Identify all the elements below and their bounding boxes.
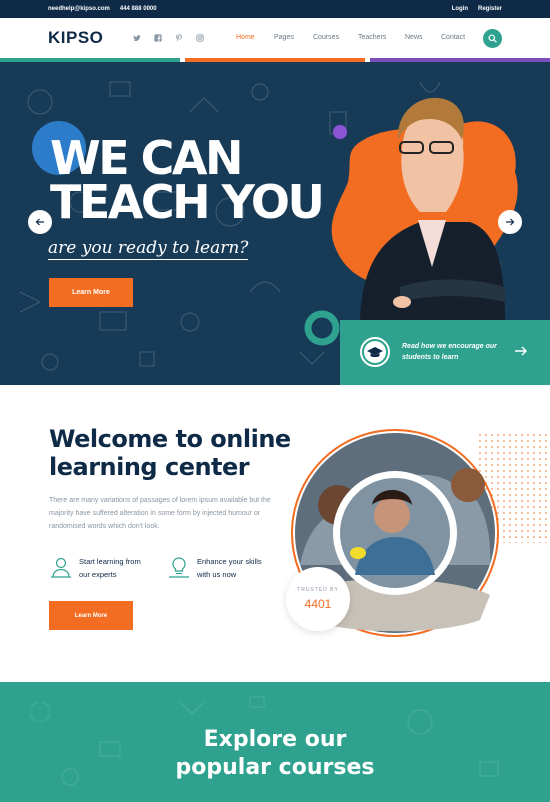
nav-contact[interactable]: Contact <box>441 34 465 41</box>
nav-pages[interactable]: Pages <box>274 34 294 41</box>
arrow-right-icon <box>506 218 515 226</box>
next-slide-button[interactable] <box>498 210 522 234</box>
arrow-right-icon[interactable] <box>514 345 528 357</box>
social-links <box>133 34 204 42</box>
nav-teachers[interactable]: Teachers <box>358 34 386 41</box>
promo-box[interactable]: Read how we encourage our students to le… <box>340 320 550 385</box>
nav-news[interactable]: News <box>405 34 423 41</box>
promo-text: Read how we encourage our students to le… <box>402 341 512 363</box>
search-icon <box>488 34 497 43</box>
trusted-label: TRUSTED BY <box>297 587 339 593</box>
arrow-left-icon <box>35 218 44 226</box>
welcome-section: Welcome to online learning center There … <box>0 385 550 682</box>
hero-learn-more-button[interactable]: Learn More <box>49 278 133 307</box>
instagram-icon[interactable] <box>196 34 204 42</box>
welcome-title-line1: Welcome to online <box>49 425 291 453</box>
nav-home[interactable]: Home <box>236 34 255 41</box>
feature-experts-line1: Start learning from <box>79 557 141 566</box>
promo-text-line2: students to learn <box>402 354 459 361</box>
feature-experts: Start learning from our experts <box>49 555 141 581</box>
nav-courses[interactable]: Courses <box>313 34 339 41</box>
trusted-value: 4401 <box>304 597 332 611</box>
email-link[interactable]: needhelp@kipso.com <box>48 6 110 12</box>
courses-title-line1: Explore our <box>203 727 347 752</box>
prev-slide-button[interactable] <box>28 210 52 234</box>
site-logo[interactable]: KIPSO <box>48 28 103 48</box>
register-link[interactable]: Register <box>478 6 502 12</box>
pinterest-icon[interactable] <box>175 34 183 42</box>
login-link[interactable]: Login <box>452 6 468 12</box>
contact-info: needhelp@kipso.com 444 888 0000 <box>48 6 157 12</box>
feature-skills: Enhance your skills with us now <box>167 555 262 581</box>
hero-subtitle: are you ready to learn? <box>48 238 249 260</box>
courses-title-line2: popular courses <box>175 755 375 780</box>
account-links: Login Register <box>452 6 502 12</box>
lightbulb-icon <box>169 557 189 578</box>
courses-section: Explore our popular courses <box>0 682 550 802</box>
graduation-cap-icon <box>360 337 390 367</box>
feature-skills-line1: Enhance your skills <box>197 557 262 566</box>
feature-experts-line2: our experts <box>79 570 117 579</box>
hero-title-line2: TEACH YOU <box>50 175 325 229</box>
main-header: KIPSO Home Pages Courses Teachers News C… <box>0 18 550 58</box>
welcome-learn-more-button[interactable]: Learn More <box>49 601 133 630</box>
hero-slider: WE CAN TEACH YOU are you ready to learn?… <box>0 62 550 385</box>
welcome-title: Welcome to online learning center <box>49 425 291 481</box>
search-button[interactable] <box>483 29 502 48</box>
courses-title: Explore our popular courses <box>0 726 550 782</box>
top-bar: needhelp@kipso.com 444 888 0000 Login Re… <box>0 0 550 18</box>
twitter-icon[interactable] <box>133 34 141 42</box>
trusted-badge: TRUSTED BY 4401 <box>286 567 350 631</box>
facebook-icon[interactable] <box>154 34 162 42</box>
hero-title: WE CAN TEACH YOU <box>50 135 325 225</box>
welcome-title-line2: learning center <box>49 453 250 481</box>
promo-text-line1: Read how we encourage our <box>402 343 497 350</box>
feature-skills-line2: with us now <box>197 570 237 579</box>
phone-link[interactable]: 444 888 0000 <box>120 6 157 12</box>
welcome-paragraph: There are many variations of passages of… <box>49 497 271 530</box>
teacher-icon <box>51 557 71 578</box>
